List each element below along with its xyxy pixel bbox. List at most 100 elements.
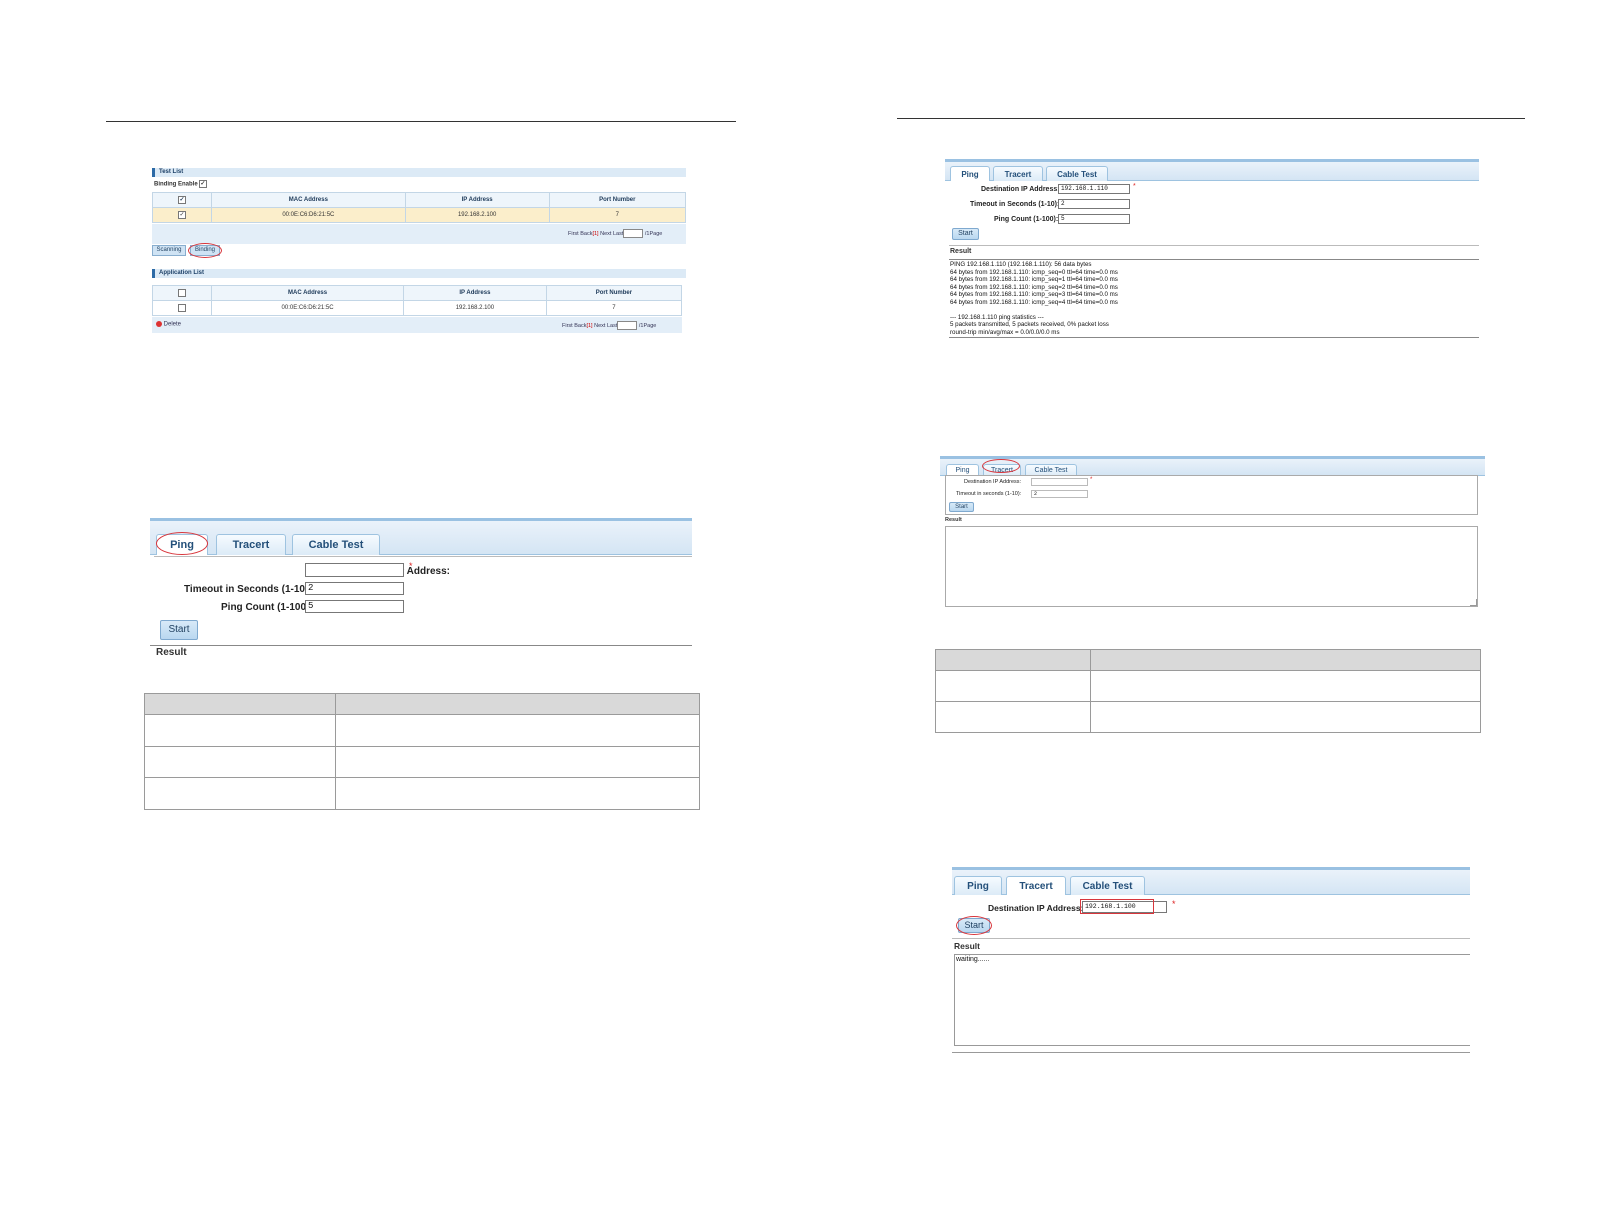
test-list-table: ✓ MAC Address IP Address Port Number ✓ 0… [152,192,687,223]
app-row-ip: 192.168.2.100 [403,300,547,316]
right-page-header-rule [897,118,1525,119]
binding-enable-label: Binding Enable [154,181,198,188]
required-mark: * [1090,477,1093,483]
test-list-title: Test List [152,168,686,177]
dest-ip-highlight [1080,899,1154,914]
tab-tracert[interactable]: Tracert [1006,876,1066,895]
timeout-input[interactable]: 2 [1058,199,1130,209]
ping-result-screenshot: Ping Tracert Cable Test Destination IP A… [945,159,1479,343]
dest-ip-label: Destination IP Address: [964,479,1022,485]
row-checkbox[interactable]: ✓ [178,211,186,219]
right-table-1 [935,649,1481,733]
binding-list-screenshot: Test List Binding Enable ✓ ✓ MAC Address… [150,162,690,339]
required-mark: * [1172,899,1176,909]
app-row-checkbox[interactable] [178,304,186,312]
row-mac: 00:0E:C6:D6:21:5C [211,207,406,223]
start-button[interactable]: Start [949,502,974,512]
binding-enable-row: Binding Enable ✓ [154,180,208,188]
app-pager-back[interactable]: Back [574,323,586,329]
tab-tracert[interactable]: Tracert [993,166,1043,181]
app-pager-input[interactable] [617,321,638,330]
result-label: Result [950,248,972,255]
app-select-all-checkbox[interactable] [178,289,186,297]
delete-button[interactable]: Delete [156,321,181,328]
pager-last[interactable]: Last [613,231,623,237]
dest-ip-input[interactable] [305,563,404,577]
ping-count-label: Ping Count (1-100): [994,216,1059,223]
start-button[interactable]: Start [160,620,198,640]
tab-ping[interactable]: Ping [950,166,990,181]
ping-output: PING 192.168.1.110 (192.168.1.110): 56 d… [950,261,1118,336]
start-button-highlight [956,916,992,935]
table-row[interactable]: ✓ 00:0E:C6:D6:21:5C 192.168.2.100 7 [152,207,687,223]
col-ip: IP Address [404,192,550,208]
tracert-result-screenshot: Ping Tracert Cable Test Destination IP A… [952,867,1470,1055]
timeout-input[interactable]: 2 [1031,490,1088,498]
pager-first[interactable]: First [568,231,579,237]
pager-back[interactable]: Back [580,231,592,237]
timeout-label: Timeout in Seconds (1-10): [184,584,312,595]
pager-input[interactable] [623,229,644,238]
tracert-tab-highlight [982,459,1020,473]
test-select-all-checkbox[interactable]: ✓ [178,196,186,204]
app-col-mac: MAC Address [210,285,405,301]
ping-large-screenshot: Ping Tracert Cable Test Destination IP A… [150,518,692,658]
app-pager-first[interactable]: First [562,323,573,329]
ping-tab-highlight [156,532,208,555]
dest-ip-label: Destination IP Address: [981,186,1060,193]
resize-grip-icon[interactable] [1470,599,1477,606]
dest-ip-input[interactable] [1031,478,1088,486]
left-table-1 [144,693,700,810]
timeout-label: Timeout in Seconds (1-10): [970,201,1060,208]
tracert-output: waiting...... [956,956,990,963]
scanning-button[interactable]: Scanning [152,245,186,256]
delete-icon [156,321,162,327]
app-pager-next[interactable]: Next [594,323,605,329]
timeout-input[interactable]: 2 [305,582,404,595]
ping-count-label: Ping Count (1-100): [221,602,313,613]
tracert-small-screenshot: Ping Tracert Cable Test Destination IP A… [940,456,1485,613]
ping-result-tabbar: Ping Tracert Cable Test [945,159,1479,181]
pager-next[interactable]: Next [600,231,611,237]
binding-enable-checkbox[interactable]: ✓ [199,180,208,188]
result-area[interactable] [954,954,1470,1046]
tab-cable-test[interactable]: Cable Test [1070,876,1145,895]
application-list-table: MAC Address IP Address Port Number 00:0E… [152,285,683,316]
timeout-label: Timeout in seconds (1-10): [956,491,1022,497]
col-mac: MAC Address [211,192,406,208]
app-pager: First Back[1] Next Last /1Page [562,321,656,330]
dest-ip-input[interactable]: 192.168.1.110 [1058,184,1130,194]
col-port: Port Number [548,192,687,208]
tab-ping[interactable]: Ping [954,876,1002,895]
binding-button-highlight [188,243,222,258]
pager-current: [1] [592,230,599,237]
dest-ip-label: Destination IP Address: [988,903,1084,913]
tab-cable-test[interactable]: Cable Test [1046,166,1108,181]
required-mark: * [409,561,413,571]
app-col-port: Port Number [545,285,683,301]
app-pager-last[interactable]: Last [607,323,617,329]
result-label: Result [156,647,187,658]
result-label: Result [954,941,980,951]
ping-count-input[interactable]: 5 [305,600,404,613]
tracert-result-tabbar: Ping Tracert Cable Test [952,867,1470,895]
tab-cable-test[interactable]: Cable Test [292,534,380,555]
start-button[interactable]: Start [952,228,979,240]
ping-count-input[interactable]: 5 [1058,214,1130,224]
row-ip: 192.168.2.100 [404,207,550,223]
ping-large-tabbar: Ping Tracert Cable Test [150,518,692,555]
app-row-port: 7 [545,300,683,316]
app-pager-current: [1] [586,322,593,329]
test-pager: First Back[1] Next Last /1Page [568,229,662,238]
result-label: Result [945,517,962,523]
table-row[interactable]: 00:0E:C6:D6:21:5C 192.168.2.100 7 [152,300,683,316]
app-pager-pages: /1Page [638,322,657,329]
row-port: 7 [548,207,687,223]
result-area[interactable] [945,526,1478,607]
tracert-small-tabbar: Ping Tracert Cable Test [940,456,1485,476]
delete-label: Delete [163,321,182,328]
required-mark: * [1133,183,1136,190]
app-row-mac: 00:0E:C6:D6:21:5C [210,300,405,316]
application-list-title: Application List [152,269,686,278]
tab-tracert[interactable]: Tracert [216,534,286,555]
